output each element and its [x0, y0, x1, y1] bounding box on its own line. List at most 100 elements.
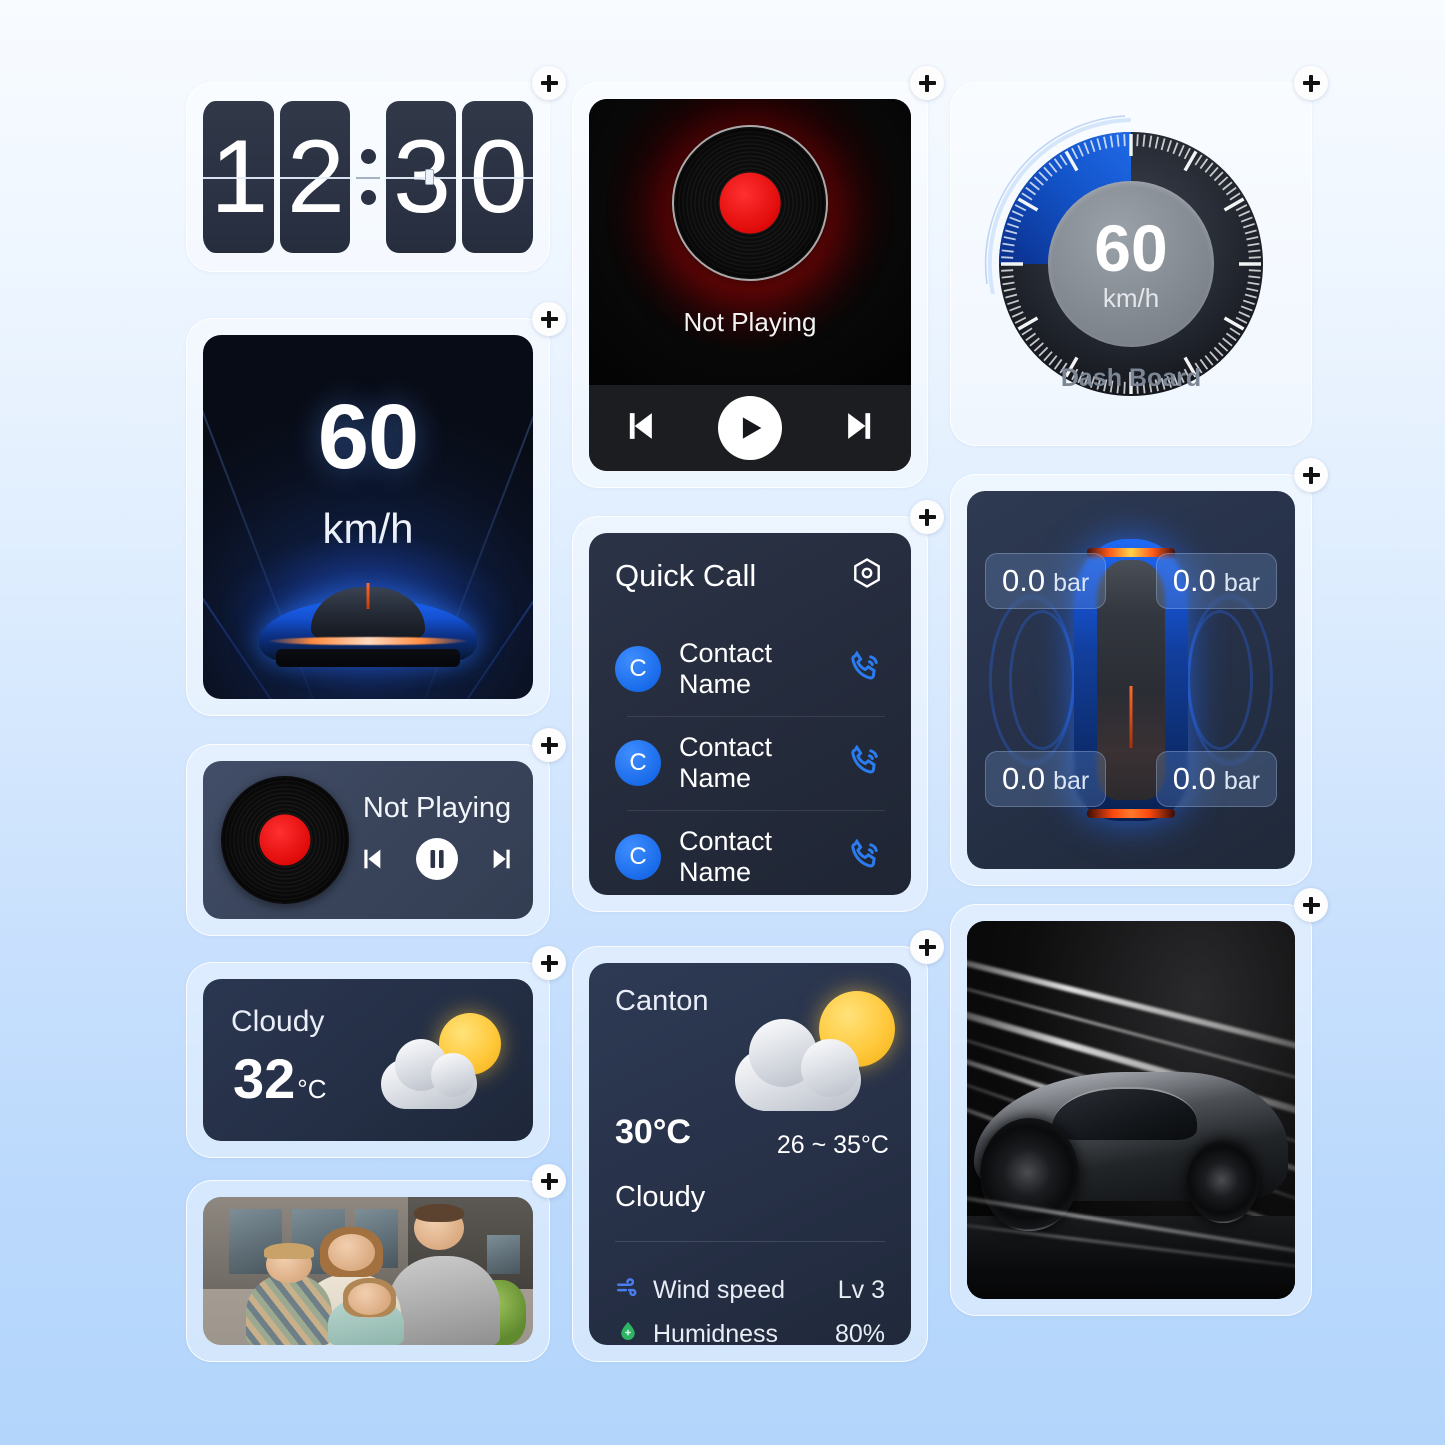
- mini-music-body: Not Playing: [203, 761, 533, 919]
- clock-colon-bar: [356, 177, 380, 179]
- tire-value: 0.0: [1172, 761, 1216, 796]
- speed-hud-body: 60 km/h: [203, 335, 533, 699]
- tire-reading-front-right: 0.0 bar: [1155, 553, 1277, 609]
- album-art-area: Not Playing: [589, 99, 911, 385]
- add-widget-button-photo[interactable]: [532, 1164, 566, 1198]
- hexagon-settings-icon[interactable]: [849, 555, 885, 596]
- sports-car-rear-icon: [225, 535, 511, 691]
- track-title: Not Playing: [683, 307, 817, 337]
- gauge-speed-value: 60: [1094, 210, 1168, 285]
- weather-stat-humidity: Humidness 80%: [615, 1319, 885, 1345]
- add-widget-button-quick-call[interactable]: [910, 500, 944, 534]
- sports-car-image: [967, 921, 1295, 1299]
- add-widget-button-music-mini[interactable]: [532, 728, 566, 762]
- mini-music-right: Not Playing: [349, 792, 519, 888]
- clock-colon-dot-top: [360, 149, 376, 164]
- wind-icon: [615, 1275, 641, 1306]
- widget-weather-compact[interactable]: Cloudy 32°C: [186, 946, 566, 1158]
- weather-temperature: 30°C: [615, 1113, 691, 1151]
- contact-row[interactable]: C Contact Name: [615, 810, 885, 895]
- next-track-icon[interactable]: [839, 404, 883, 453]
- add-widget-button-weather-small[interactable]: [532, 946, 566, 980]
- tire-value: 0.0: [1002, 563, 1046, 598]
- weather-detail-body: Canton 30°C 26 ~ 35°C Cloudy Wind speed …: [589, 963, 911, 1345]
- widget-mini-music-player[interactable]: Not Playing: [186, 728, 566, 936]
- tire-unit: bar: [1053, 767, 1090, 795]
- clock-colon-dot-bottom: [360, 190, 376, 205]
- weather-compact-body: Cloudy 32°C: [203, 979, 533, 1141]
- quick-call-title: Quick Call: [615, 557, 757, 593]
- dashboard-label: Dash Board: [1060, 364, 1202, 392]
- pause-icon[interactable]: [413, 835, 461, 888]
- tire-reading-front-left: 0.0 bar: [985, 553, 1107, 609]
- add-widget-button-carpic[interactable]: [1294, 888, 1328, 922]
- weather-temperature: 32°C: [233, 1047, 327, 1110]
- humidity-droplet-icon: [615, 1319, 641, 1345]
- tire-value: 0.0: [1002, 761, 1046, 796]
- quick-call-body: Quick Call C Contact Name C Contact Name: [589, 533, 911, 895]
- sun-behind-cloud-icon: [377, 1009, 507, 1119]
- weather-stat-label: Humidness: [653, 1320, 779, 1345]
- tire-unit: bar: [1053, 569, 1090, 597]
- widget-car-wallpaper[interactable]: [950, 888, 1328, 1316]
- tire-reading-rear-left: 0.0 bar: [985, 751, 1107, 807]
- add-widget-button-clock[interactable]: [532, 66, 566, 100]
- clock-hinge: [425, 169, 434, 185]
- widget-quick-call[interactable]: Quick Call C Contact Name C Contact Name: [572, 500, 944, 912]
- weather-condition-label: Cloudy: [615, 1181, 706, 1213]
- photo-body: [203, 1197, 533, 1345]
- phone-call-icon[interactable]: [847, 836, 885, 879]
- next-track-icon[interactable]: [487, 843, 519, 880]
- widget-photo-frame[interactable]: [186, 1164, 566, 1362]
- vinyl-record-icon: [221, 776, 349, 904]
- add-widget-button-tire[interactable]: [1294, 458, 1328, 492]
- family-photo-image: [203, 1197, 533, 1345]
- widget-speed-hud[interactable]: 60 km/h: [186, 302, 566, 716]
- add-widget-button-weather-big[interactable]: [910, 930, 944, 964]
- flip-clock-body: 1 2 3 0: [203, 99, 533, 255]
- contact-row[interactable]: C Contact Name: [615, 716, 885, 810]
- contact-name: Contact Name: [679, 638, 773, 699]
- clock-digit-hour-ones: 2: [279, 101, 351, 253]
- gauge-readout: 60 km/h: [1048, 181, 1214, 347]
- widget-weather-detail[interactable]: Canton 30°C 26 ~ 35°C Cloudy Wind speed …: [572, 930, 944, 1362]
- previous-track-icon[interactable]: [355, 843, 387, 880]
- mini-playback-controls: [355, 835, 519, 888]
- previous-track-icon[interactable]: [617, 404, 661, 453]
- add-widget-button-music-big[interactable]: [910, 66, 944, 100]
- tire-value: 0.0: [1172, 563, 1216, 598]
- widget-music-player[interactable]: Not Playing: [572, 66, 944, 488]
- add-widget-button-dashboard[interactable]: [1294, 66, 1328, 100]
- phone-call-icon[interactable]: [847, 742, 885, 785]
- avatar: C: [615, 834, 661, 880]
- weather-stat-value: 80%: [834, 1320, 885, 1345]
- weather-stat-value: Lv 3: [837, 1276, 885, 1304]
- widget-flip-clock[interactable]: 1 2 3 0: [186, 66, 566, 272]
- weather-stat-label: Wind speed: [653, 1276, 786, 1304]
- vinyl-record-icon: [672, 125, 828, 281]
- weather-temp-range: 26 ~ 35°C: [776, 1131, 889, 1159]
- divider: [615, 1241, 885, 1242]
- clock-digit-hour-tens: 1: [203, 101, 274, 253]
- clock-colon: [356, 101, 380, 253]
- playback-controls: [589, 385, 911, 471]
- clock-digit-minute-ones: 0: [462, 101, 533, 253]
- clock-digit-minute-tens: 3: [385, 101, 457, 253]
- contact-row[interactable]: C Contact Name: [615, 622, 885, 716]
- contact-name: Contact Name: [679, 732, 773, 793]
- dashboard-body: 60 km/h Dash Board: [967, 99, 1295, 429]
- widget-tire-pressure[interactable]: 0.0 bar 0.0 bar 0.0 bar 0.0 bar: [950, 458, 1328, 886]
- add-widget-button-hud[interactable]: [532, 302, 566, 336]
- widget-dashboard-gauge[interactable]: 60 km/h Dash Board: [950, 66, 1328, 446]
- quick-call-header: Quick Call: [615, 555, 885, 596]
- phone-call-icon[interactable]: [847, 648, 885, 691]
- tire-reading-rear-right: 0.0 bar: [1155, 751, 1277, 807]
- hud-speed-value: 60: [317, 386, 419, 488]
- tire-pressure-body: 0.0 bar 0.0 bar 0.0 bar 0.0 bar: [967, 491, 1295, 869]
- sun-behind-cloud-icon: [733, 989, 901, 1129]
- tire-unit: bar: [1223, 569, 1260, 597]
- music-player-body: Not Playing: [589, 99, 911, 471]
- play-icon[interactable]: [717, 396, 782, 460]
- tire-unit: bar: [1223, 767, 1260, 795]
- avatar: C: [615, 740, 661, 786]
